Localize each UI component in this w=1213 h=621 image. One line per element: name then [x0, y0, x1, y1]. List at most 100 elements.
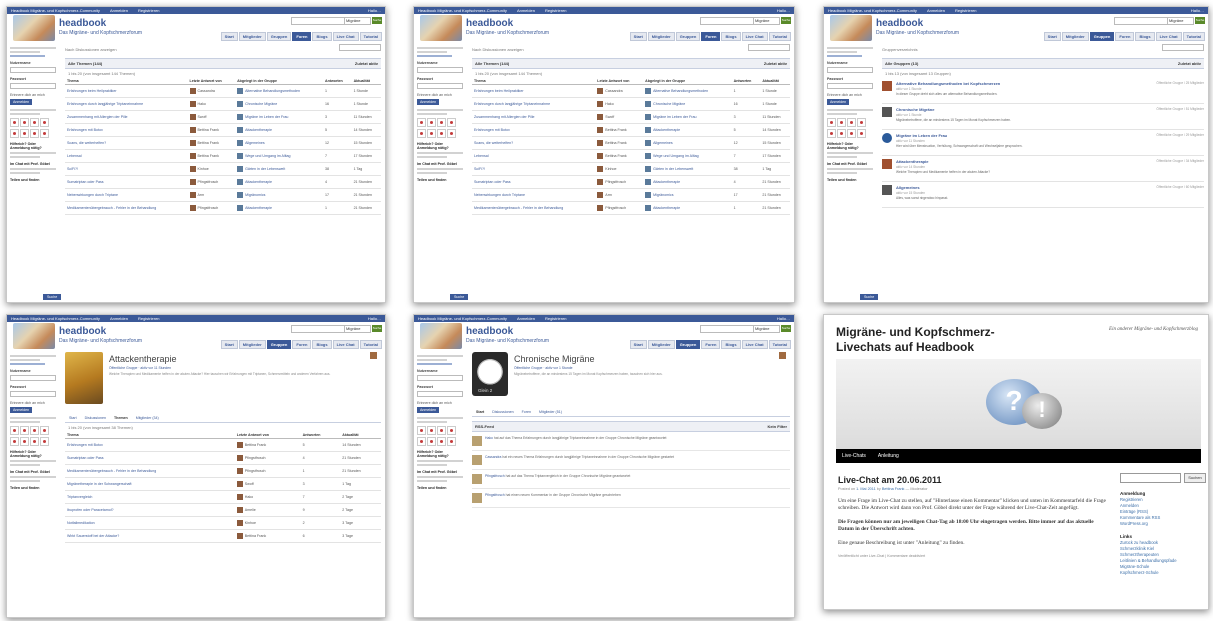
- avatar[interactable]: [597, 166, 604, 172]
- share-icon[interactable]: [10, 118, 19, 127]
- avatar[interactable]: [597, 192, 604, 198]
- share-icon[interactable]: [10, 129, 19, 138]
- avatar[interactable]: [472, 474, 482, 484]
- group-link[interactable]: Gärten in der Lebenswelt: [245, 167, 285, 171]
- share-icon[interactable]: [437, 426, 446, 435]
- nav-tutorial[interactable]: Tutorial: [359, 340, 382, 349]
- user-link[interactable]: Pfingstfrosch: [198, 180, 219, 184]
- remember-checkbox[interactable]: Erinnere dich an mich: [10, 93, 56, 97]
- group-link[interactable]: Migräne im Leben der Frau: [653, 115, 696, 119]
- user-link[interactable]: Bettina Frank: [245, 443, 266, 447]
- user-link[interactable]: Pfingstfrosch: [605, 206, 626, 210]
- blog-title[interactable]: Migräne- und Kopfschmerz-Livechats auf H…: [836, 325, 1036, 355]
- share-icon[interactable]: [40, 426, 49, 435]
- search-button[interactable]: Suche: [781, 325, 791, 332]
- sidebar-link[interactable]: Leitlinien & Behandlungspfade: [1120, 558, 1206, 563]
- nav-livechat[interactable]: Live Chat: [332, 340, 359, 349]
- tab-discussions[interactable]: Diskussionen: [492, 410, 513, 414]
- group-thumbnail[interactable]: [882, 133, 892, 143]
- password-field[interactable]: [10, 83, 56, 89]
- group-link[interactable]: Wege und Umgang im Alltag: [653, 154, 698, 158]
- topic-link[interactable]: Erfahrungen mit Botox: [65, 438, 235, 452]
- group-link[interactable]: Wege und Umgang im Alltag: [245, 154, 290, 158]
- group-thumbnail[interactable]: [882, 159, 892, 169]
- group-link[interactable]: Chronische Migräne: [245, 102, 277, 106]
- remember-checkbox[interactable]: Erinnere dich an mich: [10, 401, 56, 405]
- avatar[interactable]: [597, 127, 604, 133]
- tab-forums[interactable]: Foren: [522, 410, 531, 414]
- topic-link[interactable]: SciFi?!: [472, 162, 596, 176]
- login-button[interactable]: Anmelden: [10, 99, 33, 105]
- user-link[interactable]: Cassandra: [605, 89, 622, 93]
- avatar[interactable]: [236, 468, 243, 474]
- avatar[interactable]: [189, 179, 196, 185]
- search-button[interactable]: Suche: [781, 17, 791, 24]
- group-avatar[interactable]: [645, 166, 652, 172]
- search-input[interactable]: [291, 325, 345, 333]
- user-link[interactable]: Kinhoe: [605, 167, 616, 171]
- remember-checkbox[interactable]: Erinnere dich an mich: [417, 401, 463, 405]
- share-icon[interactable]: [30, 426, 39, 435]
- share-icon[interactable]: [427, 118, 436, 127]
- topic-link[interactable]: Nebenwirkungen durch Triptane: [472, 188, 596, 202]
- brand-link[interactable]: Headbook Migräne- und Kopfschmerz-Commun…: [418, 315, 507, 322]
- topic-link[interactable]: Scans, die weiterhelfen?: [65, 136, 188, 150]
- username-field[interactable]: [417, 375, 463, 381]
- blog-nav-livechats[interactable]: Live-Chats: [842, 449, 866, 463]
- password-field[interactable]: [10, 391, 56, 397]
- username-field[interactable]: [10, 67, 56, 73]
- topic-link[interactable]: SciFi?!: [65, 162, 188, 176]
- nav-forums[interactable]: Foren: [701, 32, 721, 41]
- share-icon[interactable]: [827, 129, 836, 138]
- login-link[interactable]: Anmelden: [517, 315, 535, 322]
- search-input[interactable]: [700, 17, 754, 25]
- nav-livechat[interactable]: Live Chat: [332, 32, 359, 41]
- user-link[interactable]: Kinhoe: [245, 521, 256, 525]
- sidebar-link[interactable]: Einträge (RSS): [1120, 509, 1206, 514]
- rss-feed-link[interactable]: RSS-Feed: [475, 424, 494, 429]
- sidebar-search-button[interactable]: Suche: [860, 294, 879, 300]
- nav-groups[interactable]: Gruppen: [1089, 32, 1115, 41]
- share-icon[interactable]: [447, 118, 456, 127]
- forum-search-input[interactable]: [339, 44, 381, 51]
- group-avatar[interactable]: [237, 127, 244, 133]
- brand-link[interactable]: Headbook Migräne- und Kopfschmerz-Commun…: [828, 7, 917, 14]
- user-link[interactable]: Bettina Frank: [605, 141, 626, 145]
- group-thumbnail[interactable]: [882, 107, 892, 117]
- avatar[interactable]: [597, 179, 604, 185]
- topic-link[interactable]: Sumatriptan oder Pass: [472, 175, 596, 189]
- share-icon[interactable]: [437, 437, 446, 446]
- share-icon[interactable]: [847, 118, 856, 127]
- topic-link[interactable]: Medikamentenübergebrauch - Fehler in der…: [472, 201, 596, 215]
- search-button[interactable]: Suche: [1195, 17, 1205, 24]
- avatar[interactable]: [597, 153, 604, 159]
- groups-sort-select[interactable]: Zuletzt aktiv: [1178, 61, 1201, 66]
- group-thumbnail[interactable]: [882, 185, 892, 195]
- nav-blogs[interactable]: Blogs: [312, 32, 332, 41]
- user-link[interactable]: Arm: [605, 193, 612, 197]
- search-input[interactable]: [1114, 17, 1168, 25]
- user-link[interactable]: Bettina Frank: [605, 154, 626, 158]
- user-link[interactable]: Bettina Frank: [245, 534, 266, 538]
- topic-link[interactable]: Triptanvergleich: [65, 490, 235, 504]
- share-icon[interactable]: [847, 129, 856, 138]
- group-title-link[interactable]: Migräne im Leben der Frau: [896, 133, 1022, 138]
- share-icon[interactable]: [837, 129, 846, 138]
- avatar[interactable]: [189, 192, 196, 198]
- blog-nav-anleitung[interactable]: Anleitung: [878, 449, 899, 463]
- sidebar-chat[interactable]: Im Chat mit Prof. Göbel: [827, 162, 873, 166]
- user-link[interactable]: Bettina Frank: [198, 128, 219, 132]
- topic-link[interactable]: Sumatriptan oder Pass: [65, 175, 188, 189]
- group-avatar[interactable]: [237, 114, 244, 120]
- topic-link[interactable]: Medikamentenübergebrauch - Fehler in der…: [65, 464, 235, 478]
- avatar[interactable]: [597, 88, 604, 94]
- group-admin-avatar[interactable]: [370, 352, 377, 359]
- avatar[interactable]: [236, 507, 243, 513]
- topic-link[interactable]: Erfahrungen durch langjährige Triptanein…: [472, 97, 596, 111]
- blog-search-button[interactable]: Suchen: [1184, 473, 1206, 483]
- group-avatar[interactable]: [645, 179, 652, 185]
- nav-livechat[interactable]: Live Chat: [741, 32, 768, 41]
- password-field[interactable]: [417, 83, 463, 89]
- forum-sort-select[interactable]: Zuletzt aktiv: [764, 61, 787, 66]
- group-title-link[interactable]: Attackentherapie: [896, 159, 990, 164]
